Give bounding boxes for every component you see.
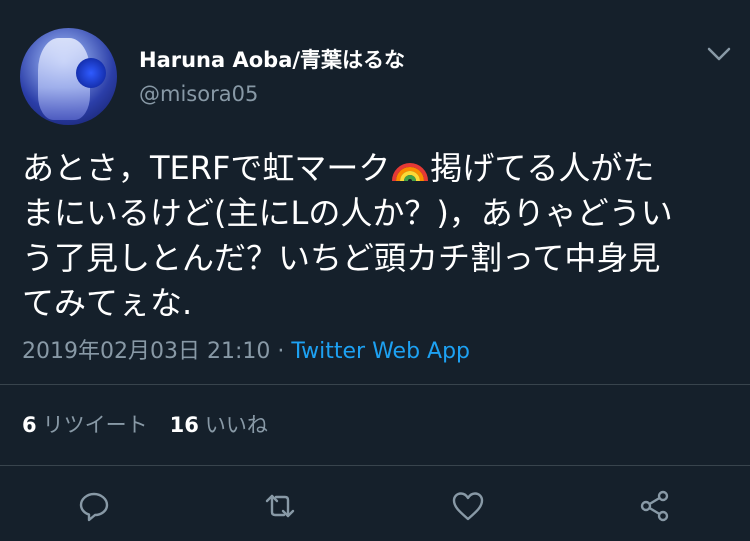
user-handle[interactable]: @misora05 <box>139 82 258 106</box>
tweet-meta: 2019年02月03日 21:10 · Twitter Web App <box>22 333 470 365</box>
avatar[interactable] <box>20 28 117 125</box>
source-link[interactable]: Twitter Web App <box>291 339 470 364</box>
chevron-down-icon[interactable] <box>706 44 732 64</box>
like-count: 16 <box>169 413 199 437</box>
retweet-count: 6 <box>22 413 37 437</box>
like-label: いいね <box>204 413 268 437</box>
tweet-text-line-2: まにいるけど(主にLの人か？)，ありゃどうい <box>22 194 673 232</box>
divider <box>0 465 750 466</box>
tweet-text-line-3: う了見しとんだ？いちど頭カチ割って中身見 <box>22 239 661 277</box>
tweet-text-line-1-start: あとさ，TERFで虹マーク <box>22 149 391 187</box>
engagement-stats: 6 リツイート 16 いいね <box>22 409 268 439</box>
like-stat[interactable]: 16 いいね <box>170 413 268 437</box>
retweet-stat[interactable]: 6 リツイート <box>22 413 148 437</box>
retweet-icon[interactable] <box>262 488 298 524</box>
tweet-text-line-1-end: 掲げてる人がた <box>430 149 655 187</box>
display-name[interactable]: Haruna Aoba/青葉はるな <box>139 44 405 74</box>
rainbow-emoji-icon <box>390 149 430 183</box>
share-icon[interactable] <box>637 488 673 524</box>
tweet-text-line-1: あとさ，TERFで虹マーク 掲げてる人がた <box>22 146 737 191</box>
timestamp[interactable]: 2019年02月03日 21:10 <box>22 339 270 364</box>
divider <box>0 384 750 385</box>
reply-icon[interactable] <box>76 488 112 524</box>
tweet-card: Haruna Aoba/青葉はるな @misora05 あとさ，TERFで虹マー… <box>0 0 750 541</box>
tweet-text-line-4: てみてぇな. <box>22 284 193 322</box>
meta-separator: · <box>270 339 292 364</box>
tweet-text: あとさ，TERFで虹マーク 掲げてる人がた まにいるけど(主にLの人か？)，あり… <box>22 146 737 326</box>
avatar-flower <box>76 58 106 88</box>
retweet-label: リツイート <box>42 413 148 437</box>
heart-icon[interactable] <box>450 488 486 524</box>
